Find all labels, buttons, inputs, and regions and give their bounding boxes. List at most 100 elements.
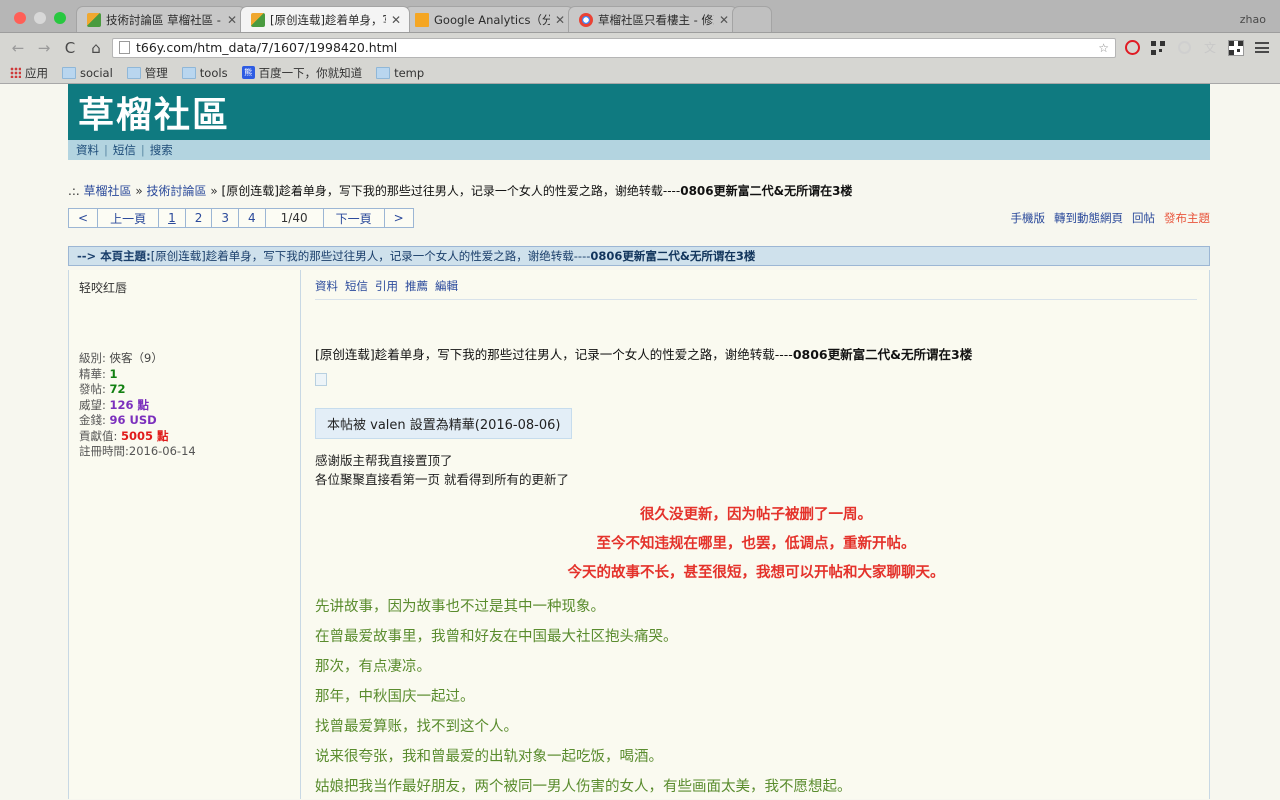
- post-body: 資料 短信 引用 推薦 編輯 [原创连载]趁着单身，写下我的那些过往男人，记录一…: [301, 270, 1209, 799]
- new-topic-link[interactable]: 發布主題: [1164, 210, 1210, 226]
- breadcrumb-home-link[interactable]: 草榴社區: [84, 184, 132, 198]
- post-green-line: 先讲故事，因为故事也不过是其中一种现象。: [315, 599, 605, 615]
- bookmark-tools[interactable]: tools: [181, 66, 228, 80]
- broken-image-placeholder-icon: [315, 373, 327, 386]
- back-icon[interactable]: ←: [8, 38, 28, 58]
- post-link-edit[interactable]: 編輯: [435, 278, 458, 294]
- bookmark-baidu[interactable]: 熊 百度一下，你就知道: [241, 65, 363, 81]
- close-tab-icon[interactable]: ✕: [555, 14, 567, 26]
- circle-extension-icon[interactable]: [1174, 38, 1194, 58]
- folder-icon: [376, 66, 391, 79]
- tab-strip: 技術討論區 草榴社區 - powe ✕ [原创连载]趁着单身，写下我 ✕ Goo…: [0, 0, 1280, 32]
- post-link-message[interactable]: 短信: [345, 278, 368, 294]
- stat-prestige: 威望: 126 點: [79, 398, 300, 414]
- page-number-3[interactable]: 3: [212, 209, 239, 227]
- bookmark-label: temp: [394, 65, 425, 80]
- page-number-4[interactable]: 4: [239, 209, 266, 227]
- close-tab-icon[interactable]: ✕: [719, 14, 731, 26]
- post-action-links: 資料 短信 引用 推薦 編輯: [315, 278, 1197, 300]
- breadcrumb-thread-title-bold: 0806更新富二代&无所谓在3楼: [680, 184, 853, 198]
- essence-notice: 本帖被 valen 設置為精華(2016-08-06): [315, 408, 573, 439]
- page-number-2[interactable]: 2: [186, 209, 213, 227]
- new-tab-button[interactable]: [732, 6, 772, 32]
- apps-grid-icon: [10, 67, 21, 78]
- translate-extension-icon[interactable]: 文: [1200, 38, 1220, 58]
- nav-item-profile[interactable]: 資料: [76, 142, 99, 158]
- post-link-recommend[interactable]: 推薦: [405, 278, 428, 294]
- close-tab-icon[interactable]: ✕: [227, 14, 239, 26]
- post-green-line: 姑娘把我当作最好朋友，两个被同一男人伤害的女人，有些画面太美，我不愿想起。: [315, 779, 852, 795]
- browser-toolbar: ← → C ⌂ t66y.com/htm_data/7/1607/1998420…: [0, 32, 1280, 62]
- stat-label: 註冊時間:2016-06-14: [79, 444, 196, 458]
- page-prev-button[interactable]: 上一頁: [98, 209, 160, 227]
- post-line: 感谢版主帮我直接置顶了: [315, 453, 453, 468]
- maximize-window-button[interactable]: [54, 12, 66, 24]
- reload-icon[interactable]: C: [60, 38, 80, 58]
- address-bar[interactable]: t66y.com/htm_data/7/1607/1998420.html ☆: [112, 37, 1116, 58]
- forward-icon[interactable]: →: [34, 38, 54, 58]
- baidu-icon: 熊: [241, 66, 255, 79]
- post-title-bold: 0806更新富二代&无所谓在3楼: [792, 347, 973, 362]
- site-header: 草榴社區: [68, 84, 1210, 140]
- browser-tab-4[interactable]: 草榴社區只看樓主 - 修改項目 ✕: [568, 6, 738, 32]
- post-title: [原创连载]趁着单身，写下我的那些过往男人，记录一个女人的性爱之路，谢绝转载--…: [315, 344, 1197, 363]
- author-name[interactable]: 轻咬红唇: [79, 279, 300, 296]
- page-next-button[interactable]: 下一頁: [324, 209, 385, 227]
- author-stats: 級別: 俠客（9） 精華: 1 發帖: 72 威望: 126 點 金錢: 96 …: [79, 351, 300, 460]
- barcode-extension-icon[interactable]: [1226, 38, 1246, 58]
- browser-tab-1[interactable]: 技術討論區 草榴社區 - powe ✕: [76, 6, 246, 32]
- bookmark-social[interactable]: social: [62, 66, 113, 80]
- bookmark-label: 百度一下，你就知道: [258, 65, 363, 80]
- nav-item-messages[interactable]: 短信: [113, 142, 136, 158]
- bookmark-label: social: [80, 65, 113, 80]
- tab-title: 技術討論區 草榴社區 - powe: [106, 12, 222, 27]
- chrome-menu-icon[interactable]: [1252, 38, 1272, 58]
- profile-name[interactable]: zhao: [1240, 13, 1266, 26]
- home-icon[interactable]: ⌂: [86, 38, 106, 58]
- dynamic-page-link[interactable]: 轉到動態網頁: [1054, 210, 1123, 226]
- page-last-button[interactable]: >: [385, 209, 414, 227]
- post-link-quote[interactable]: 引用: [375, 278, 398, 294]
- page-first-button[interactable]: <: [69, 209, 99, 227]
- bookmark-apps[interactable]: 应用: [10, 65, 48, 81]
- topic-arrow: -->: [77, 249, 97, 263]
- stat-value: 96 USD: [109, 413, 157, 427]
- folder-icon: [126, 66, 141, 79]
- bookmark-star-icon[interactable]: ☆: [1098, 41, 1109, 55]
- post-red-line: 很久没更新，因为帖子被删了一周。: [640, 507, 872, 523]
- topic-title: [原创连载]趁着单身，写下我的那些过往男人，记录一个女人的性爱之路，谢绝转载--…: [150, 249, 591, 263]
- browser-chrome: 技術討論區 草榴社區 - powe ✕ [原创连载]趁着单身，写下我 ✕ Goo…: [0, 0, 1280, 84]
- topic-bar: --> 本頁主題: [原创连载]趁着单身，写下我的那些过往男人，记录一个女人的性…: [68, 246, 1210, 266]
- close-tab-icon[interactable]: ✕: [391, 14, 403, 26]
- nav-separator: |: [140, 143, 145, 157]
- post-link-profile[interactable]: 資料: [315, 278, 338, 294]
- browser-tab-2[interactable]: [原创连载]趁着单身，写下我 ✕: [240, 6, 410, 32]
- post-title-plain: [原创连载]趁着单身，写下我的那些过往男人，记录一个女人的性爱之路，谢绝转载--…: [315, 347, 793, 362]
- stat-contribution: 貢獻值: 5005 點: [79, 429, 300, 445]
- nav-item-search[interactable]: 搜索: [150, 142, 173, 158]
- post-author-panel: 轻咬红唇 級別: 俠客（9） 精華: 1 發帖: 72 威望: 126 點 金錢…: [69, 270, 301, 799]
- post-plain-lines: 感谢版主帮我直接置顶了 各位聚聚直接看第一页 就看得到所有的更新了: [315, 451, 1197, 489]
- site-title: 草榴社區: [78, 94, 231, 136]
- close-window-button[interactable]: [14, 12, 26, 24]
- breadcrumb-separator: »: [210, 184, 218, 198]
- bookmark-manage[interactable]: 管理: [126, 65, 168, 81]
- opera-extension-icon[interactable]: [1122, 38, 1142, 58]
- qrcode-extension-icon[interactable]: [1148, 38, 1168, 58]
- post-container: 轻咬红唇 級別: 俠客（9） 精華: 1 發帖: 72 威望: 126 點 金錢…: [68, 270, 1210, 799]
- reply-link[interactable]: 回帖: [1132, 210, 1155, 226]
- page-info-icon[interactable]: [119, 41, 130, 54]
- breadcrumb-forum-link[interactable]: 技術討論區: [147, 184, 207, 198]
- stat-label: 威望:: [79, 397, 106, 412]
- leaf-favicon: [251, 12, 265, 27]
- tab-title: [原创连载]趁着单身，写下我: [270, 12, 386, 27]
- page-number-1[interactable]: 1: [159, 209, 186, 227]
- mobile-version-link[interactable]: 手機版: [1011, 210, 1046, 226]
- minimize-window-button[interactable]: [34, 12, 46, 24]
- leaf-favicon: [87, 12, 101, 27]
- browser-tab-3[interactable]: Google Analytics（分析） ✕: [404, 6, 574, 32]
- bookmark-temp[interactable]: temp: [376, 66, 424, 80]
- post-green-line: 在曾最爱故事里，我曾和好友在中国最大社区抱头痛哭。: [315, 629, 678, 645]
- stat-posts: 發帖: 72: [79, 382, 300, 398]
- site-nav: 資料 | 短信 | 搜索: [68, 140, 1210, 160]
